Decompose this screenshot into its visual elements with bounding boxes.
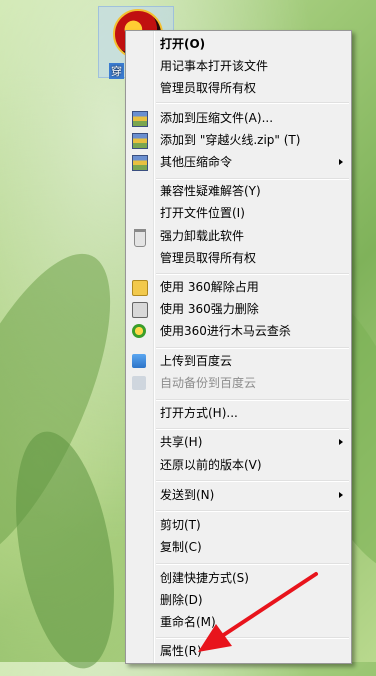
annotation-arrow (198, 572, 318, 652)
